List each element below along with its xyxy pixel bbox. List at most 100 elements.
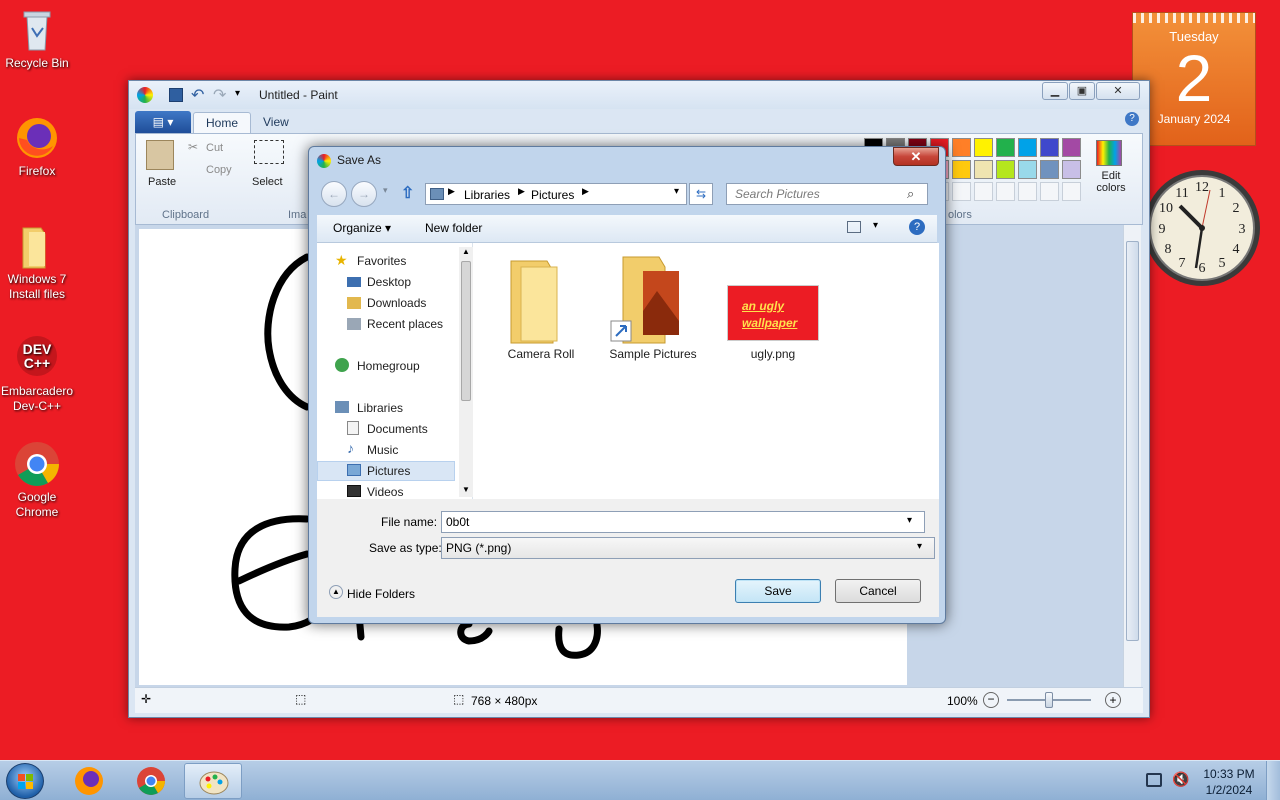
save-as-dialog[interactable]: Save As ✕ ← → ▾ ⇧ ▶ Libraries ▶ Pictures…: [308, 146, 946, 624]
paste-icon[interactable]: [146, 140, 174, 170]
desktop-icon-win7-files[interactable]: Windows 7 Install files: [1, 222, 73, 302]
nav-scroll-down-icon[interactable]: ▼: [462, 485, 470, 494]
save-type-select[interactable]: PNG (*.png): [441, 537, 935, 559]
recent-locations-icon[interactable]: ▾: [383, 185, 388, 196]
edit-colors-icon[interactable]: [1096, 140, 1122, 166]
palette-swatch[interactable]: [996, 160, 1015, 179]
palette-swatch[interactable]: [1018, 138, 1037, 157]
nav-documents[interactable]: Documents: [367, 419, 428, 439]
zoom-slider-thumb[interactable]: [1045, 692, 1053, 708]
refresh-button[interactable]: ⇆: [689, 183, 713, 205]
close-window-button[interactable]: ✕: [1096, 82, 1140, 100]
back-button[interactable]: ←: [321, 181, 347, 207]
nav-scroll-thumb[interactable]: [461, 261, 471, 401]
palette-swatch[interactable]: [952, 160, 971, 179]
palette-swatch[interactable]: [1062, 160, 1081, 179]
hide-folders-button[interactable]: Hide Folders: [347, 587, 415, 601]
palette-swatch-empty[interactable]: [1018, 182, 1037, 201]
file-item-camera-roll[interactable]: Camera Roll: [481, 251, 601, 361]
nav-pictures[interactable]: Pictures: [367, 461, 410, 481]
palette-swatch[interactable]: [1018, 160, 1037, 179]
calendar-gadget[interactable]: Tuesday 2 January 2024: [1132, 12, 1256, 146]
file-name-input[interactable]: 0b0t: [441, 511, 925, 533]
customize-qat-icon[interactable]: ▾: [235, 88, 240, 99]
forward-button[interactable]: →: [351, 181, 377, 207]
paste-button[interactable]: Paste: [148, 176, 176, 188]
palette-swatch[interactable]: [1040, 138, 1059, 157]
tab-view[interactable]: View: [251, 112, 301, 133]
palette-swatch[interactable]: [952, 138, 971, 157]
tab-home[interactable]: Home: [193, 112, 252, 133]
palette-swatch[interactable]: [1062, 138, 1081, 157]
palette-swatch[interactable]: [974, 160, 993, 179]
zoom-out-button[interactable]: −: [983, 692, 999, 708]
clock-time[interactable]: 10:33 PM: [1198, 767, 1260, 781]
taskbar-chrome[interactable]: [124, 763, 178, 799]
help-icon[interactable]: ?: [1125, 112, 1139, 126]
vertical-scrollbar[interactable]: [1123, 225, 1141, 687]
view-dropdown-icon[interactable]: ▾: [873, 220, 878, 231]
undo-icon[interactable]: ↶: [191, 85, 204, 105]
breadcrumb-pictures[interactable]: Pictures: [531, 188, 574, 202]
nav-scrollbar[interactable]: ▲ ▼: [459, 247, 473, 497]
file-name-dropdown-icon[interactable]: ▾: [907, 515, 912, 526]
palette-swatch[interactable]: [974, 138, 993, 157]
save-type-dropdown-icon[interactable]: ▾: [917, 541, 922, 552]
nav-downloads[interactable]: Downloads: [367, 293, 426, 313]
address-bar[interactable]: ▶ Libraries ▶ Pictures ▶ ▾: [425, 183, 687, 205]
edit-colors-button[interactable]: Edit colors: [1094, 170, 1128, 194]
minimize-button[interactable]: ▁: [1042, 82, 1068, 100]
clock-gadget[interactable]: 12 1 2 3 4 5 6 7 8 9 10 11: [1144, 164, 1260, 290]
save-button[interactable]: Save: [735, 579, 821, 603]
desktop-icon-recycle-bin[interactable]: Recycle Bin: [1, 6, 73, 71]
nav-recent-places[interactable]: Recent places: [367, 314, 443, 334]
start-button[interactable]: [6, 763, 44, 799]
desktop-icon-devcpp[interactable]: DEV C++ Embarcadero Dev-C++: [1, 334, 73, 414]
palette-swatch-empty[interactable]: [1040, 182, 1059, 201]
view-options-icon[interactable]: [847, 221, 861, 233]
nav-favorites[interactable]: Favorites: [357, 251, 406, 271]
palette-swatch-empty[interactable]: [1062, 182, 1081, 201]
paint-menu-button[interactable]: ▤ ▾: [135, 111, 191, 133]
nav-music[interactable]: Music: [367, 440, 398, 460]
paint-titlebar[interactable]: ↶ ↷ ▾ Untitled - Paint ▁ ▣ ✕: [129, 81, 1149, 109]
new-folder-button[interactable]: New folder: [425, 221, 482, 235]
select-button[interactable]: Select: [252, 176, 283, 188]
palette-swatch[interactable]: [1040, 160, 1059, 179]
cancel-button[interactable]: Cancel: [835, 579, 921, 603]
volume-muted-icon[interactable]: 🔇: [1172, 771, 1189, 788]
palette-swatch-empty[interactable]: [952, 182, 971, 201]
palette-swatch-empty[interactable]: [974, 182, 993, 201]
dialog-close-button[interactable]: ✕: [893, 147, 939, 166]
desktop-icon-firefox[interactable]: Firefox: [1, 114, 73, 179]
nav-desktop[interactable]: Desktop: [367, 272, 411, 292]
cut-button[interactable]: Cut: [206, 142, 223, 154]
zoom-in-button[interactable]: +: [1105, 692, 1121, 708]
organize-button[interactable]: Organize ▾: [333, 221, 391, 235]
nav-scroll-up-icon[interactable]: ▲: [462, 247, 470, 256]
breadcrumb-libraries[interactable]: Libraries: [464, 188, 510, 202]
maximize-button[interactable]: ▣: [1069, 82, 1095, 100]
scroll-thumb[interactable]: [1126, 241, 1139, 641]
show-desktop-button[interactable]: [1266, 761, 1280, 800]
palette-swatch[interactable]: [996, 138, 1015, 157]
select-icon[interactable]: [254, 140, 284, 164]
hide-folders-icon[interactable]: ▲: [329, 585, 343, 599]
address-dropdown-icon[interactable]: ▾: [674, 186, 679, 197]
file-item-sample-pictures[interactable]: Sample Pictures: [593, 251, 713, 361]
save-quick-icon[interactable]: [169, 88, 183, 102]
search-input[interactable]: Search Pictures: [726, 183, 928, 205]
network-icon[interactable]: [1146, 773, 1162, 787]
nav-homegroup[interactable]: Homegroup: [357, 356, 420, 376]
file-item-ugly-png[interactable]: an ugly wallpaper ugly.png: [713, 251, 833, 361]
dialog-help-icon[interactable]: ?: [909, 219, 925, 235]
up-arrow-icon[interactable]: ⇧: [401, 183, 414, 203]
nav-libraries[interactable]: Libraries: [357, 398, 403, 418]
redo-icon[interactable]: ↷: [213, 85, 226, 105]
taskbar-paint[interactable]: [184, 763, 242, 799]
taskbar-firefox[interactable]: [62, 763, 116, 799]
desktop-icon-chrome[interactable]: Google Chrome: [1, 440, 73, 520]
clock-date[interactable]: 1/2/2024: [1198, 783, 1260, 797]
copy-button[interactable]: Copy: [206, 164, 232, 176]
search-icon[interactable]: ⌕: [907, 186, 914, 202]
